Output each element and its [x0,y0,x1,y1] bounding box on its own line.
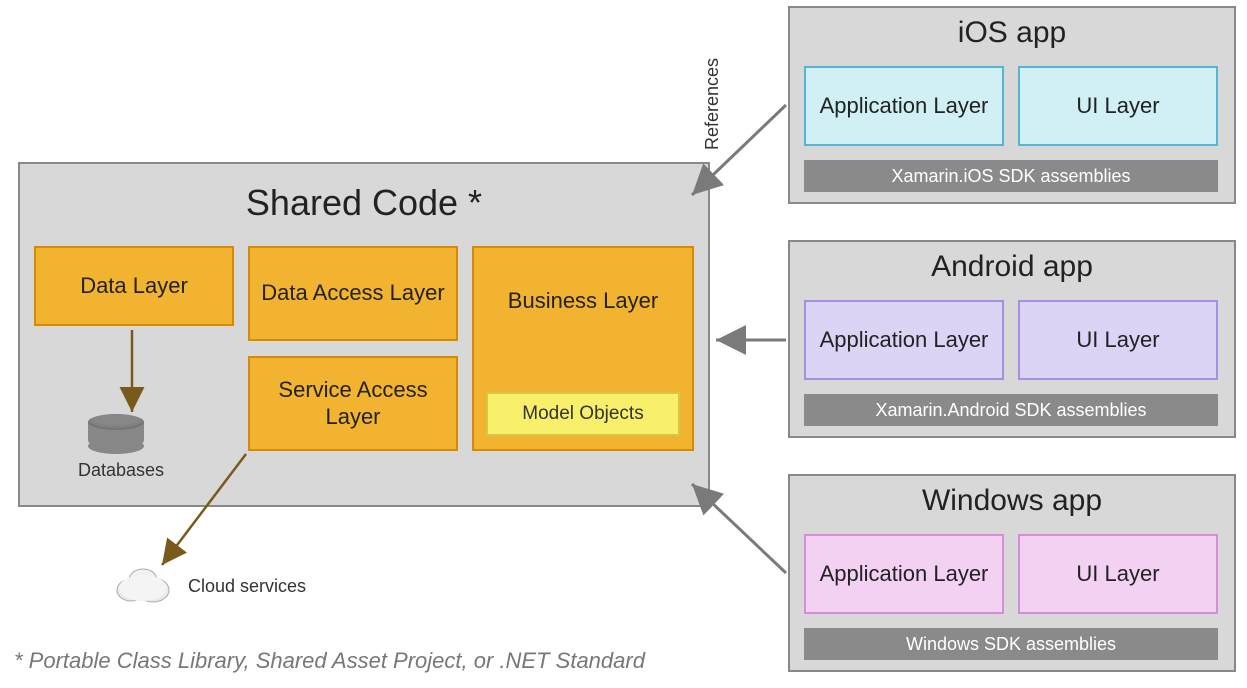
data-access-layer-box: Data Access Layer [248,246,458,341]
ios-sdk-bar: Xamarin.iOS SDK assemblies [804,160,1218,192]
ios-title: iOS app [790,8,1234,56]
android-sdk-label: Xamarin.Android SDK assemblies [875,400,1146,421]
windows-sdk-label: Windows SDK assemblies [906,634,1116,655]
database-icon [88,414,144,454]
android-panel: Android app Application Layer UI Layer X… [788,240,1236,438]
ios-panel: iOS app Application Layer UI Layer Xamar… [788,6,1236,204]
windows-app-layer-label: Application Layer [820,561,989,587]
model-objects-label: Model Objects [522,403,643,426]
databases-label: Databases [78,460,164,481]
windows-ui-layer-label: UI Layer [1076,561,1159,587]
ios-sdk-label: Xamarin.iOS SDK assemblies [891,166,1130,187]
android-ui-layer-box: UI Layer [1018,300,1218,380]
ios-app-layer-label: Application Layer [820,93,989,119]
android-app-layer-label: Application Layer [820,327,989,353]
data-layer-box: Data Layer [34,246,234,326]
ios-app-layer-box: Application Layer [804,66,1004,146]
model-objects-box: Model Objects [486,392,680,436]
android-ui-layer-label: UI Layer [1076,327,1159,353]
android-sdk-bar: Xamarin.Android SDK assemblies [804,394,1218,426]
business-layer-label: Business Layer [508,288,658,314]
shared-code-title: Shared Code * [20,164,708,234]
cloud-services-label: Cloud services [188,576,306,597]
windows-ui-layer-box: UI Layer [1018,534,1218,614]
shared-code-panel: Shared Code * Data Layer Data Access Lay… [18,162,710,507]
references-label: References [702,58,723,150]
ios-ui-layer-box: UI Layer [1018,66,1218,146]
android-app-layer-box: Application Layer [804,300,1004,380]
footnote: * Portable Class Library, Shared Asset P… [14,648,645,674]
windows-sdk-bar: Windows SDK assemblies [804,628,1218,660]
android-title: Android app [790,242,1234,290]
windows-title: Windows app [790,476,1234,524]
windows-app-layer-box: Application Layer [804,534,1004,614]
cloud-icon [115,564,171,609]
ios-ui-layer-label: UI Layer [1076,93,1159,119]
service-access-layer-box: Service Access Layer [248,356,458,451]
data-layer-label: Data Layer [80,273,188,299]
windows-panel: Windows app Application Layer UI Layer W… [788,474,1236,672]
service-access-layer-label: Service Access Layer [260,377,446,430]
data-access-layer-label: Data Access Layer [261,280,444,306]
